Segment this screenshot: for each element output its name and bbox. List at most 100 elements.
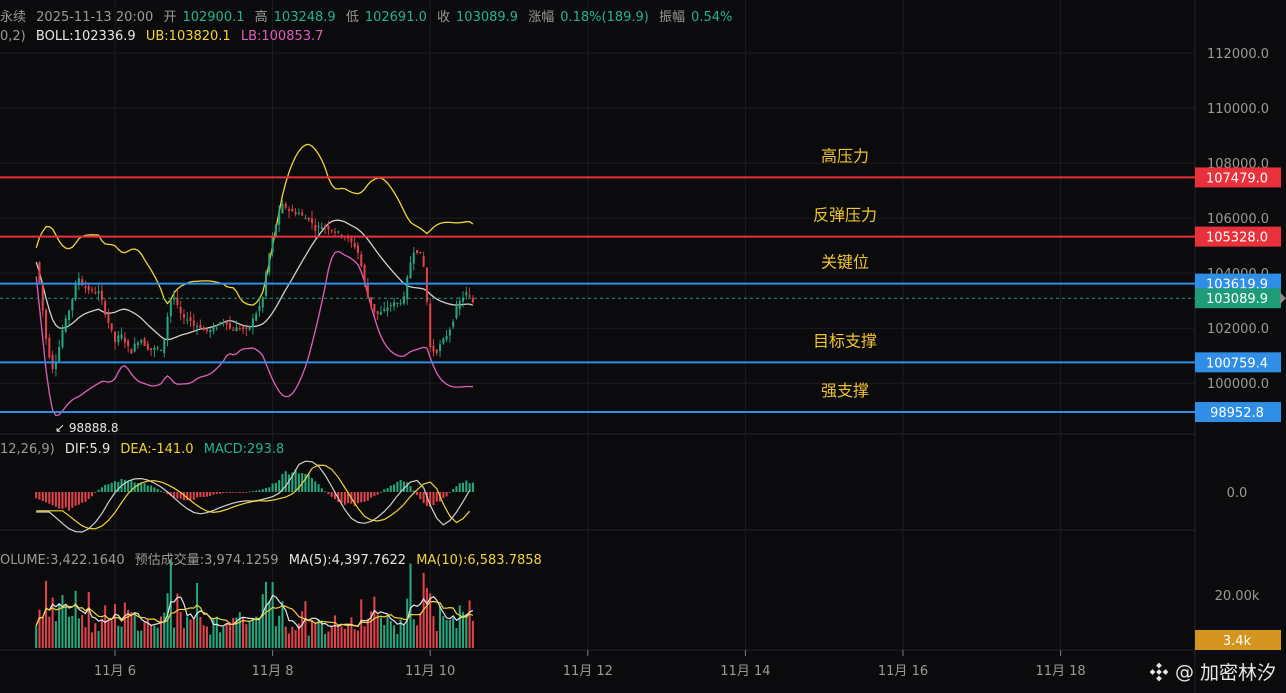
- high-value: 103248.9: [273, 10, 336, 25]
- volume-bar: [320, 620, 323, 648]
- candle-body: [429, 303, 432, 348]
- macd-bar: [61, 492, 64, 509]
- candle-body: [422, 256, 425, 267]
- volume-bar: [310, 620, 314, 648]
- candle-body: [271, 236, 274, 253]
- macd-bar: [274, 482, 277, 492]
- macd-bar: [386, 488, 389, 492]
- candle-body: [294, 211, 297, 215]
- candle-body: [376, 311, 379, 315]
- macd-bar: [87, 492, 90, 499]
- macd-bar: [163, 492, 166, 493]
- candle-body: [238, 328, 241, 330]
- boll-lb: LB:100853.7: [240, 29, 324, 44]
- price-chart[interactable]: 112000.0110000.0108000.0106000.0104000.0…: [0, 0, 1286, 693]
- candle-body: [179, 306, 182, 314]
- candle-body: [64, 318, 67, 332]
- y-tick-label: 102000.0: [1207, 322, 1269, 337]
- candle-body: [278, 211, 281, 225]
- candle-body: [169, 300, 172, 317]
- macd-bar: [205, 492, 208, 497]
- candle-body: [166, 316, 169, 340]
- volume-bar: [448, 619, 451, 648]
- volume-bar: [215, 616, 218, 648]
- candle-body: [156, 347, 159, 349]
- volume-bar: [287, 633, 291, 648]
- volume-bar: [48, 616, 51, 648]
- volume-bar: [304, 601, 307, 648]
- volume-bar: [439, 606, 442, 648]
- macd-bar: [35, 492, 38, 499]
- volume-bar: [163, 612, 166, 648]
- candle-body: [245, 327, 248, 329]
- volume-bar: [383, 625, 386, 648]
- candle-body: [87, 286, 90, 291]
- candle-body: [251, 318, 254, 328]
- macd-bar: [58, 492, 61, 509]
- macd-bar: [255, 490, 258, 492]
- volume-bar: [143, 622, 146, 648]
- volume-bar: [268, 601, 271, 648]
- macd-bar: [452, 489, 455, 492]
- level-name-label: 关键位: [821, 253, 869, 272]
- watermark-name: 加密林汐: [1199, 662, 1276, 684]
- volume-bar: [238, 612, 241, 648]
- macd-bar: [215, 492, 218, 494]
- volume-bar: [412, 619, 415, 648]
- volume-bar: [393, 625, 396, 648]
- volume-bar: [274, 626, 277, 648]
- candle-body: [435, 349, 438, 354]
- candle-body: [123, 337, 126, 343]
- volume-bar: [376, 614, 379, 648]
- macd-bar: [258, 490, 261, 492]
- volume-bar: [416, 625, 419, 648]
- macd-params: 12,26,9): [0, 442, 55, 457]
- candle-body: [360, 254, 363, 267]
- macd-bar: [278, 480, 281, 492]
- candle-body: [393, 302, 396, 307]
- candle-datetime: 2025-11-13 20:00: [36, 10, 154, 25]
- x-tick-label: 11月 18: [1035, 664, 1085, 679]
- macd-bar: [396, 481, 399, 492]
- chart-background: [0, 0, 1286, 693]
- macd-bar: [442, 492, 445, 499]
- volume-bar: [150, 625, 153, 648]
- candle-body: [225, 321, 228, 325]
- macd-bar: [71, 492, 74, 508]
- low-value: 102691.0: [364, 10, 427, 25]
- macd-bar: [340, 492, 343, 503]
- macd-bar: [127, 481, 130, 492]
- macd-bar: [100, 487, 103, 492]
- macd-bar: [123, 479, 126, 492]
- candle-body: [327, 225, 330, 230]
- candle-body: [140, 340, 143, 343]
- volume-bar: [291, 626, 294, 648]
- volume-bar: [209, 634, 212, 648]
- volume-current-label: 3.4k: [1223, 634, 1252, 649]
- level-name-label: 目标支撑: [813, 331, 877, 350]
- watermark: @ 加密林汐: [1149, 658, 1276, 685]
- volume-bar: [379, 617, 382, 648]
- x-tick-label: 11月 10: [405, 664, 455, 679]
- volume-bar: [278, 615, 281, 648]
- candle-body: [222, 321, 225, 323]
- volume-bar: [205, 626, 208, 648]
- candle-body: [333, 231, 337, 233]
- candle-body: [386, 307, 389, 312]
- volume-bar: [58, 603, 61, 648]
- volume-bar: [97, 630, 100, 648]
- volume-bar: [45, 580, 48, 648]
- candle-body: [439, 344, 442, 352]
- change-value: 0.18%(189.9): [560, 10, 649, 25]
- level-name-label: 强支撑: [821, 381, 869, 400]
- volume-bar: [117, 625, 120, 648]
- volume-bar: [153, 625, 156, 648]
- macd-bar: [212, 492, 215, 495]
- x-tick-label: 11月 16: [878, 664, 928, 679]
- volume-bar: [130, 611, 133, 648]
- volume-bar: [340, 626, 343, 648]
- x-tick-label: 11月 12: [563, 664, 613, 679]
- candle-body: [458, 301, 461, 310]
- volume-legend: OLUME:3,422.1640 预估成交量:3,974.1259 MA(5):…: [0, 549, 548, 568]
- x-tick-label: 11月 14: [720, 664, 770, 679]
